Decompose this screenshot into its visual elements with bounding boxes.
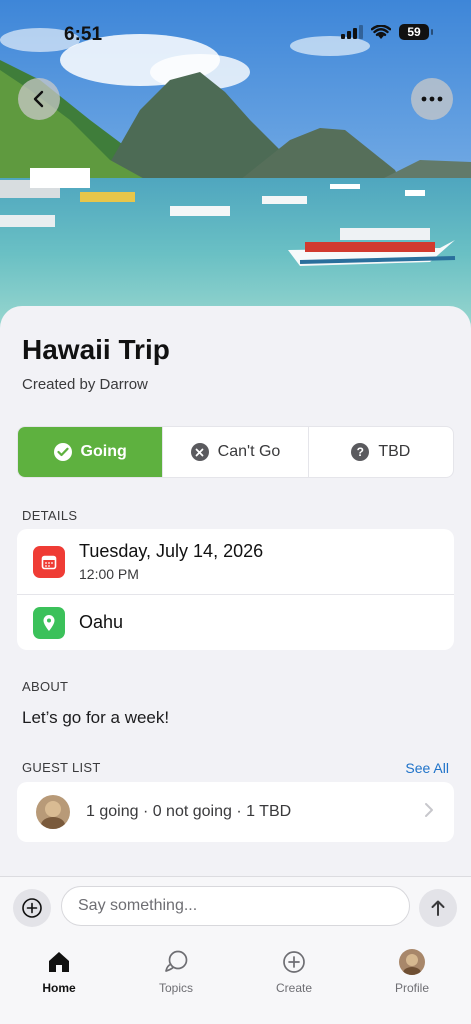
arrow-up-icon [431, 900, 445, 916]
battery-indicator: 59 [399, 24, 433, 40]
rsvp-segmented-control: Going Can't Go ? TBD [17, 426, 454, 478]
guest-list-summary-row[interactable]: 1 going · 0 not going · 1 TBD [17, 782, 454, 842]
tab-profile-label: Profile [394, 981, 429, 995]
ellipsis-icon [421, 96, 443, 102]
rsvp-tbd-button[interactable]: ? TBD [309, 427, 453, 477]
about-text: Let’s go for a week! [22, 708, 170, 727]
chevron-left-icon [33, 90, 44, 108]
home-icon [46, 948, 72, 976]
question-circle-icon: ? [351, 443, 370, 461]
chevron-right-icon [425, 803, 433, 817]
event-title: Hawaii Trip [22, 334, 170, 365]
x-circle-icon [190, 443, 209, 461]
calendar-icon [33, 546, 65, 578]
rsvp-cant-go-label: Can't Go [217, 443, 281, 460]
checkmark-circle-icon [53, 443, 72, 461]
message-input[interactable] [61, 886, 410, 926]
rsvp-cant-go-button[interactable]: Can't Go [163, 427, 309, 477]
rsvp-going-button[interactable]: Going [18, 427, 164, 477]
map-pin-icon [33, 607, 65, 639]
send-button[interactable] [419, 889, 457, 927]
event-creator: Created by Darrow [22, 376, 148, 393]
tab-create-label: Create [275, 981, 313, 995]
chat-bubbles-icon [163, 948, 189, 976]
tab-create[interactable]: Create [249, 948, 339, 995]
event-date: Tuesday, July 14, 2026 [79, 541, 264, 561]
event-cover-photo: 6:51 59 [0, 0, 471, 330]
status-time: 6:51 [64, 24, 103, 45]
details-section-label: DETAILS [22, 508, 78, 523]
date-row[interactable]: Tuesday, July 14, 2026 12:00 PM [17, 529, 454, 595]
status-icons: 59 [341, 24, 433, 40]
tab-home-label: Home [42, 981, 76, 995]
tab-home[interactable]: Home [14, 948, 104, 995]
message-composer [0, 876, 471, 938]
guest-summary: 1 going · 0 not going · 1 TBD [86, 803, 292, 820]
rsvp-tbd-label: TBD [378, 443, 411, 460]
guest-avatar [36, 795, 70, 829]
tab-topics-label: Topics [158, 981, 193, 995]
plus-circle-icon [281, 948, 307, 976]
tab-bar: Home Topics Create Profile [0, 938, 471, 1024]
add-attachment-button[interactable] [13, 889, 51, 927]
details-card: Tuesday, July 14, 2026 12:00 PM Oahu [17, 529, 454, 650]
guest-list-section-label: GUEST LIST [22, 760, 101, 775]
about-section-label: ABOUT [22, 679, 69, 694]
status-bar: 6:51 59 [0, 0, 471, 60]
tab-profile[interactable]: Profile [367, 948, 457, 995]
location-row[interactable]: Oahu [17, 595, 454, 650]
plus-circle-icon [22, 898, 42, 918]
back-button[interactable] [18, 78, 60, 120]
event-location: Oahu [79, 612, 124, 632]
wifi-icon [371, 24, 391, 39]
event-time: 12:00 PM [79, 566, 139, 582]
more-options-button[interactable] [411, 78, 453, 120]
rsvp-going-label: Going [80, 443, 127, 460]
avatar [399, 949, 425, 975]
guest-list-see-all-link[interactable]: See All [405, 760, 449, 776]
cellular-signal-icon [341, 25, 363, 39]
tab-topics[interactable]: Topics [131, 948, 221, 995]
